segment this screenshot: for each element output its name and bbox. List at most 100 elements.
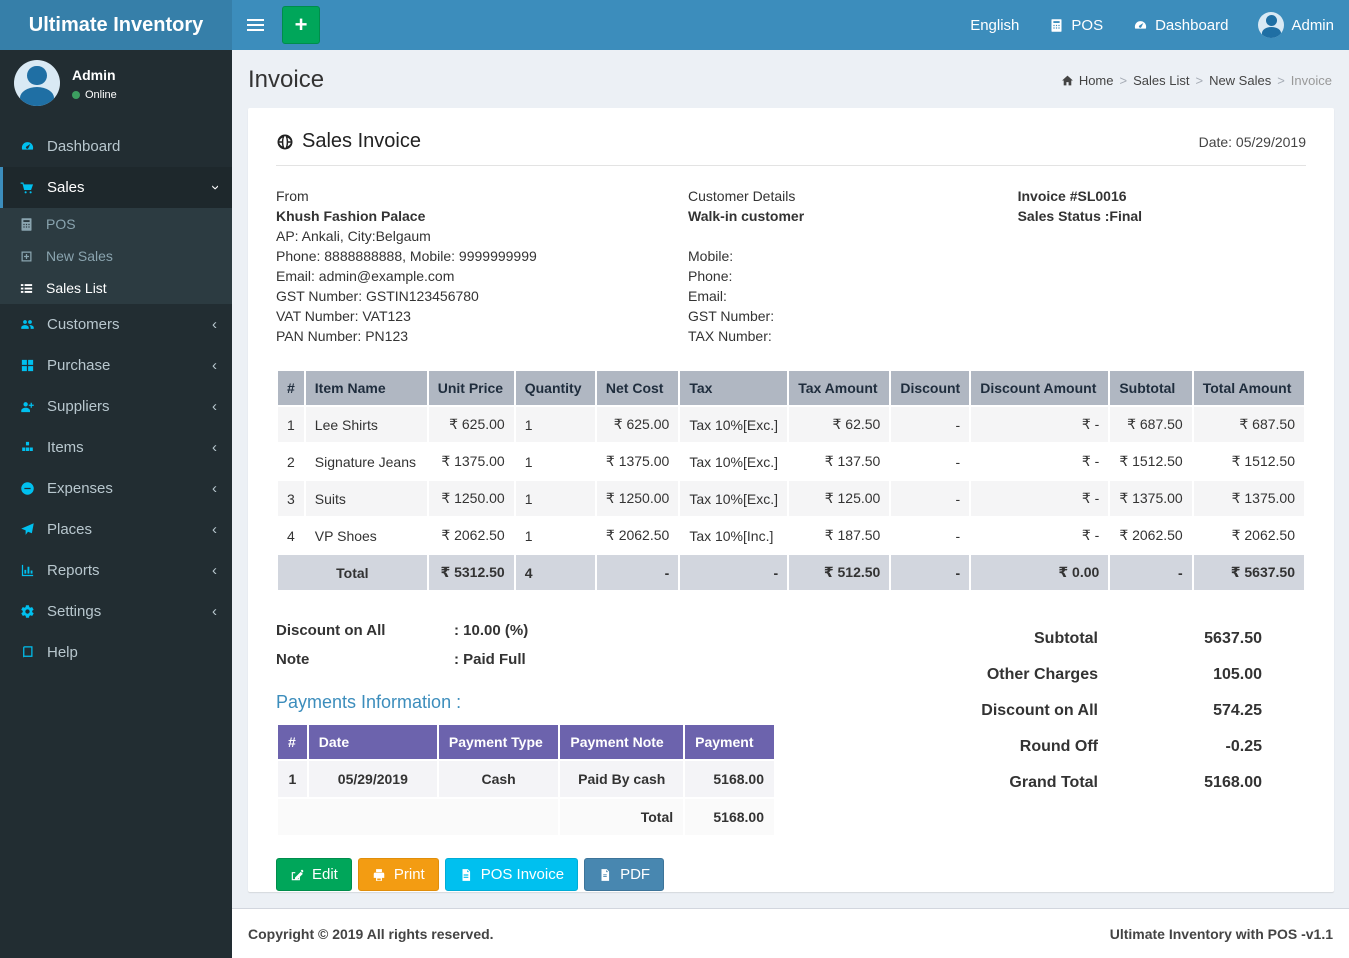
breadcrumb: Home > Sales List > New Sales > Invoice xyxy=(1061,73,1332,88)
items-total-row: Total ₹ 5312.50 4 - - ₹ 512.50 - ₹ 0.00 … xyxy=(277,554,1305,591)
table-row: 1Lee Shirts₹ 625.001₹ 625.00Tax 10%[Exc.… xyxy=(277,406,1305,443)
avatar xyxy=(14,60,60,106)
nav-pos-label: POS xyxy=(1071,17,1103,34)
chevron-left-icon: ‹ xyxy=(212,562,217,579)
copyright-text: Copyright © 2019 All rights reserved. xyxy=(248,926,494,942)
footer: Copyright © 2019 All rights reserved. Ul… xyxy=(232,908,1349,958)
sidebar-item-help[interactable]: Help xyxy=(0,632,232,673)
file-pdf-icon xyxy=(598,868,612,882)
summary-discount-on-all: Discount on All574.25 xyxy=(914,702,1262,720)
dashboard-icon xyxy=(1133,18,1148,33)
items-header-row: # Item Name Unit Price Quantity Net Cost… xyxy=(277,370,1305,406)
chevron-down-icon: ‹ xyxy=(206,185,223,190)
edit-button[interactable]: Edit xyxy=(276,858,352,891)
invoice-title: Sales Invoice xyxy=(276,130,421,153)
summary-subtotal: Subtotal5637.50 xyxy=(914,630,1262,648)
sidebar-user-status[interactable]: Online xyxy=(72,89,117,101)
divider xyxy=(276,165,1306,166)
avatar xyxy=(1258,12,1284,38)
quick-add-button[interactable]: + xyxy=(282,6,320,44)
breadcrumb-invoice: Invoice xyxy=(1291,73,1332,88)
chevron-left-icon: ‹ xyxy=(212,439,217,456)
customer-heading: Customer Details xyxy=(688,186,1018,206)
nav-dashboard-link[interactable]: Dashboard xyxy=(1118,0,1243,50)
page-title: Invoice xyxy=(248,66,324,94)
print-button[interactable]: Print xyxy=(358,858,439,891)
user-menu[interactable]: Admin xyxy=(1243,0,1349,50)
chevron-left-icon: ‹ xyxy=(212,480,217,497)
pdf-button[interactable]: PDF xyxy=(584,858,664,891)
note-row: Note: Paid Full xyxy=(276,651,776,668)
customer-name: Walk-in customer xyxy=(688,206,1018,226)
sidebar-item-expenses[interactable]: Expenses ‹ xyxy=(0,468,232,509)
globe-icon xyxy=(276,133,294,151)
payments-heading: Payments Information : xyxy=(276,692,776,713)
language-label: English xyxy=(970,17,1019,34)
version-text: Ultimate Inventory with POS -v1.1 xyxy=(1110,926,1333,942)
minus-circle-icon xyxy=(20,481,35,496)
paper-plane-icon xyxy=(20,522,35,537)
discount-on-all-row: Discount on All: 10.00 (%) xyxy=(276,622,776,639)
chevron-left-icon: ‹ xyxy=(212,316,217,333)
nav-pos-link[interactable]: POS xyxy=(1034,0,1118,50)
sidebar-item-dashboard[interactable]: Dashboard xyxy=(0,126,232,167)
sidebar-item-purchase[interactable]: Purchase ‹ xyxy=(0,345,232,386)
payment-row: 1 05/29/2019 Cash Paid By cash 5168.00 xyxy=(277,760,775,798)
bar-chart-icon xyxy=(20,563,35,578)
file-icon xyxy=(459,868,473,882)
totals-summary: Subtotal5637.50 Other Charges105.00 Disc… xyxy=(914,630,1306,810)
summary-grand-total: Grand Total5168.00 xyxy=(914,774,1262,792)
home-icon xyxy=(1061,74,1074,87)
sales-status: Sales Status :Final xyxy=(1018,206,1306,226)
chevron-left-icon: ‹ xyxy=(212,521,217,538)
invoice-date: Date: 05/29/2019 xyxy=(1199,134,1306,150)
breadcrumb-home[interactable]: Home xyxy=(1061,73,1114,88)
breadcrumb-sales-list[interactable]: Sales List xyxy=(1133,73,1189,88)
cart-icon xyxy=(20,180,35,195)
main-content: Invoice Home > Sales List > New Sales > … xyxy=(232,50,1349,958)
sidebar-item-customers[interactable]: Customers ‹ xyxy=(0,304,232,345)
sidebar-item-sales-list[interactable]: Sales List xyxy=(0,272,232,304)
payments-header-row: # Date Payment Type Payment Note Payment xyxy=(277,724,775,760)
top-navbar: Ultimate Inventory + English POS Dashboa… xyxy=(0,0,1349,50)
printer-icon xyxy=(372,868,386,882)
user-name-label: Admin xyxy=(1291,17,1334,34)
chevron-left-icon: ‹ xyxy=(212,398,217,415)
sidebar-item-places[interactable]: Places ‹ xyxy=(0,509,232,550)
sidebar-item-new-sales[interactable]: New Sales xyxy=(0,240,232,272)
pos-invoice-button[interactable]: POS Invoice xyxy=(445,858,578,891)
customer-details: Customer Details Walk-in customer Mobile… xyxy=(688,186,1018,346)
sidebar-item-sales[interactable]: Sales ‹ xyxy=(0,167,232,208)
sidebar-user-panel: Admin Online xyxy=(0,50,232,116)
sidebar-user-name: Admin xyxy=(72,67,117,83)
payments-total-row: Total 5168.00 xyxy=(277,798,775,836)
table-row: 3Suits₹ 1250.001₹ 1250.00Tax 10%[Exc.]₹ … xyxy=(277,480,1305,517)
sidebar-toggle-button[interactable] xyxy=(232,0,278,50)
sidebar: Admin Online Dashboard Sales ‹ POS New S… xyxy=(0,50,232,958)
invoice-meta: Invoice #SL0016 Sales Status :Final xyxy=(1018,186,1306,346)
invoice-card: Sales Invoice Date: 05/29/2019 From Khus… xyxy=(248,108,1334,892)
summary-other-charges: Other Charges105.00 xyxy=(914,666,1262,684)
table-row: 2Signature Jeans₹ 1375.001₹ 1375.00Tax 1… xyxy=(277,443,1305,480)
sidebar-item-suppliers[interactable]: Suppliers ‹ xyxy=(0,386,232,427)
calculator-icon xyxy=(1049,18,1064,33)
chevron-left-icon: ‹ xyxy=(212,603,217,620)
users-icon xyxy=(20,317,35,332)
summary-round-off: Round Off-0.25 xyxy=(914,738,1262,756)
from-name: Khush Fashion Palace xyxy=(276,206,688,226)
dashboard-icon xyxy=(20,139,35,154)
language-menu[interactable]: English xyxy=(955,0,1034,50)
list-icon xyxy=(19,281,34,296)
breadcrumb-new-sales[interactable]: New Sales xyxy=(1209,73,1271,88)
book-icon xyxy=(20,645,35,660)
sidebar-item-settings[interactable]: Settings ‹ xyxy=(0,591,232,632)
sidebar-item-items[interactable]: Items ‹ xyxy=(0,427,232,468)
from-details: From Khush Fashion Palace AP: Ankali, Ci… xyxy=(276,186,688,346)
sidebar-item-pos[interactable]: POS xyxy=(0,208,232,240)
items-table: # Item Name Unit Price Quantity Net Cost… xyxy=(276,369,1306,592)
chevron-left-icon: ‹ xyxy=(212,357,217,374)
sidebar-item-reports[interactable]: Reports ‹ xyxy=(0,550,232,591)
brand-title: Ultimate Inventory xyxy=(0,0,232,50)
cubes-icon xyxy=(20,440,35,455)
payments-table: # Date Payment Type Payment Note Payment… xyxy=(276,723,776,837)
